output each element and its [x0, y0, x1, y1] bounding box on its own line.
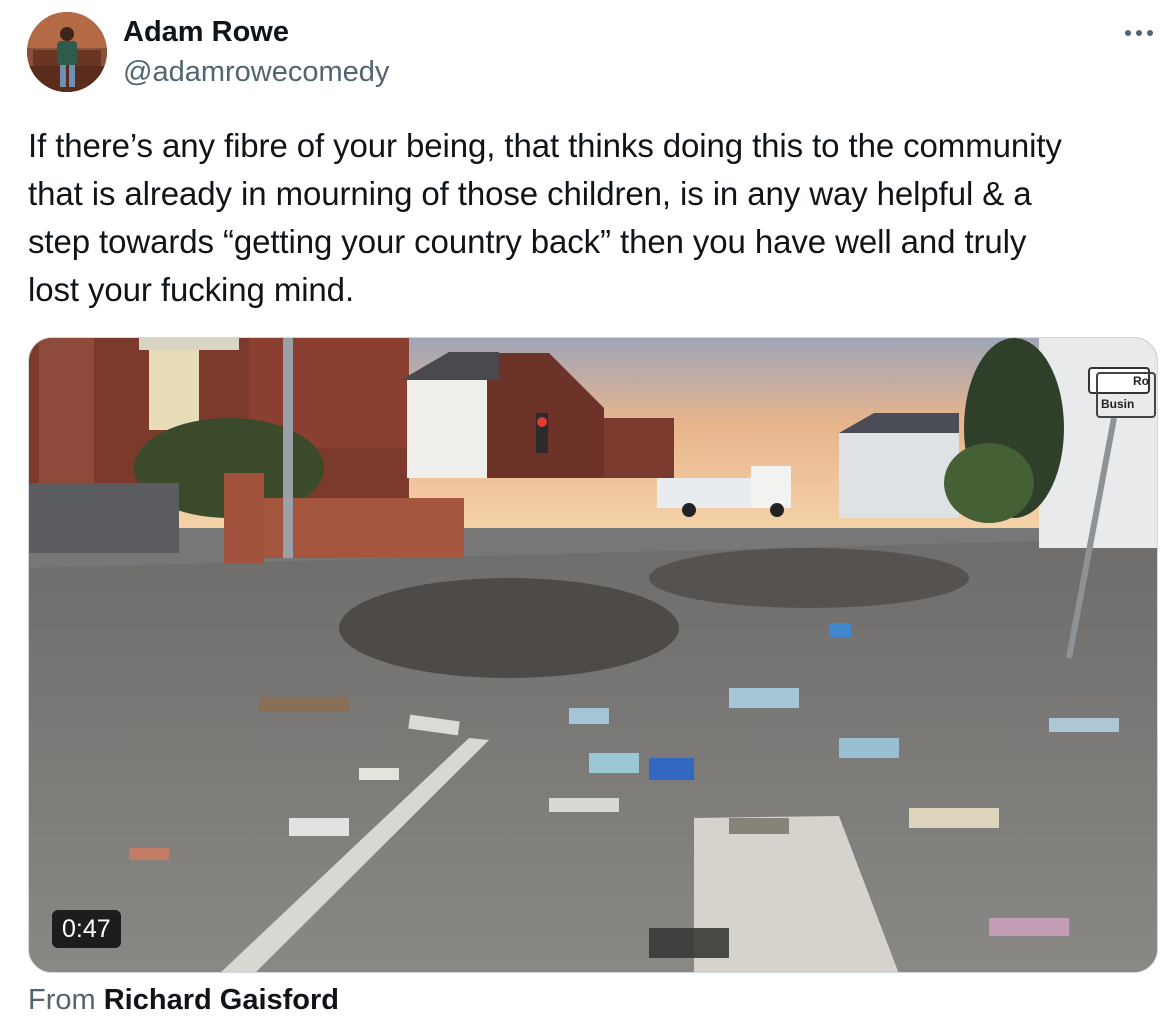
sign-line-2: Busin [1101, 397, 1134, 411]
attribution-source-link[interactable]: Richard Gaisford [104, 984, 339, 1016]
video-thumbnail: Ro Busin [29, 338, 1157, 972]
more-horizontal-icon-dot [1147, 30, 1153, 36]
author-handle[interactable]: @adamrowecomedy [123, 56, 389, 89]
author-avatar[interactable] [27, 12, 107, 92]
sign-line-1: Ro [1133, 374, 1149, 388]
video-player[interactable]: Ro Busin 0:47 [28, 337, 1158, 973]
tweet-text-line: step towards “getting your country back”… [28, 223, 1027, 260]
tweet-text-line: lost your fucking mind. [28, 271, 355, 308]
tweet-text-line: that is already in mourning of those chi… [28, 175, 1032, 212]
avatar-image [27, 12, 107, 92]
author-display-name[interactable]: Adam Rowe [123, 16, 289, 49]
more-options-button[interactable] [1122, 20, 1156, 46]
tweet-text: If there’s any fibre of your being, that… [28, 122, 1158, 314]
tweet-text-line: If there’s any fibre of your being, that… [28, 127, 1062, 164]
media-attribution: From Richard Gaisford [28, 984, 339, 1017]
attribution-from-label: From [28, 984, 96, 1016]
more-horizontal-icon [1125, 30, 1131, 36]
video-duration-badge: 0:47 [52, 910, 121, 948]
more-horizontal-icon-dot [1136, 30, 1142, 36]
